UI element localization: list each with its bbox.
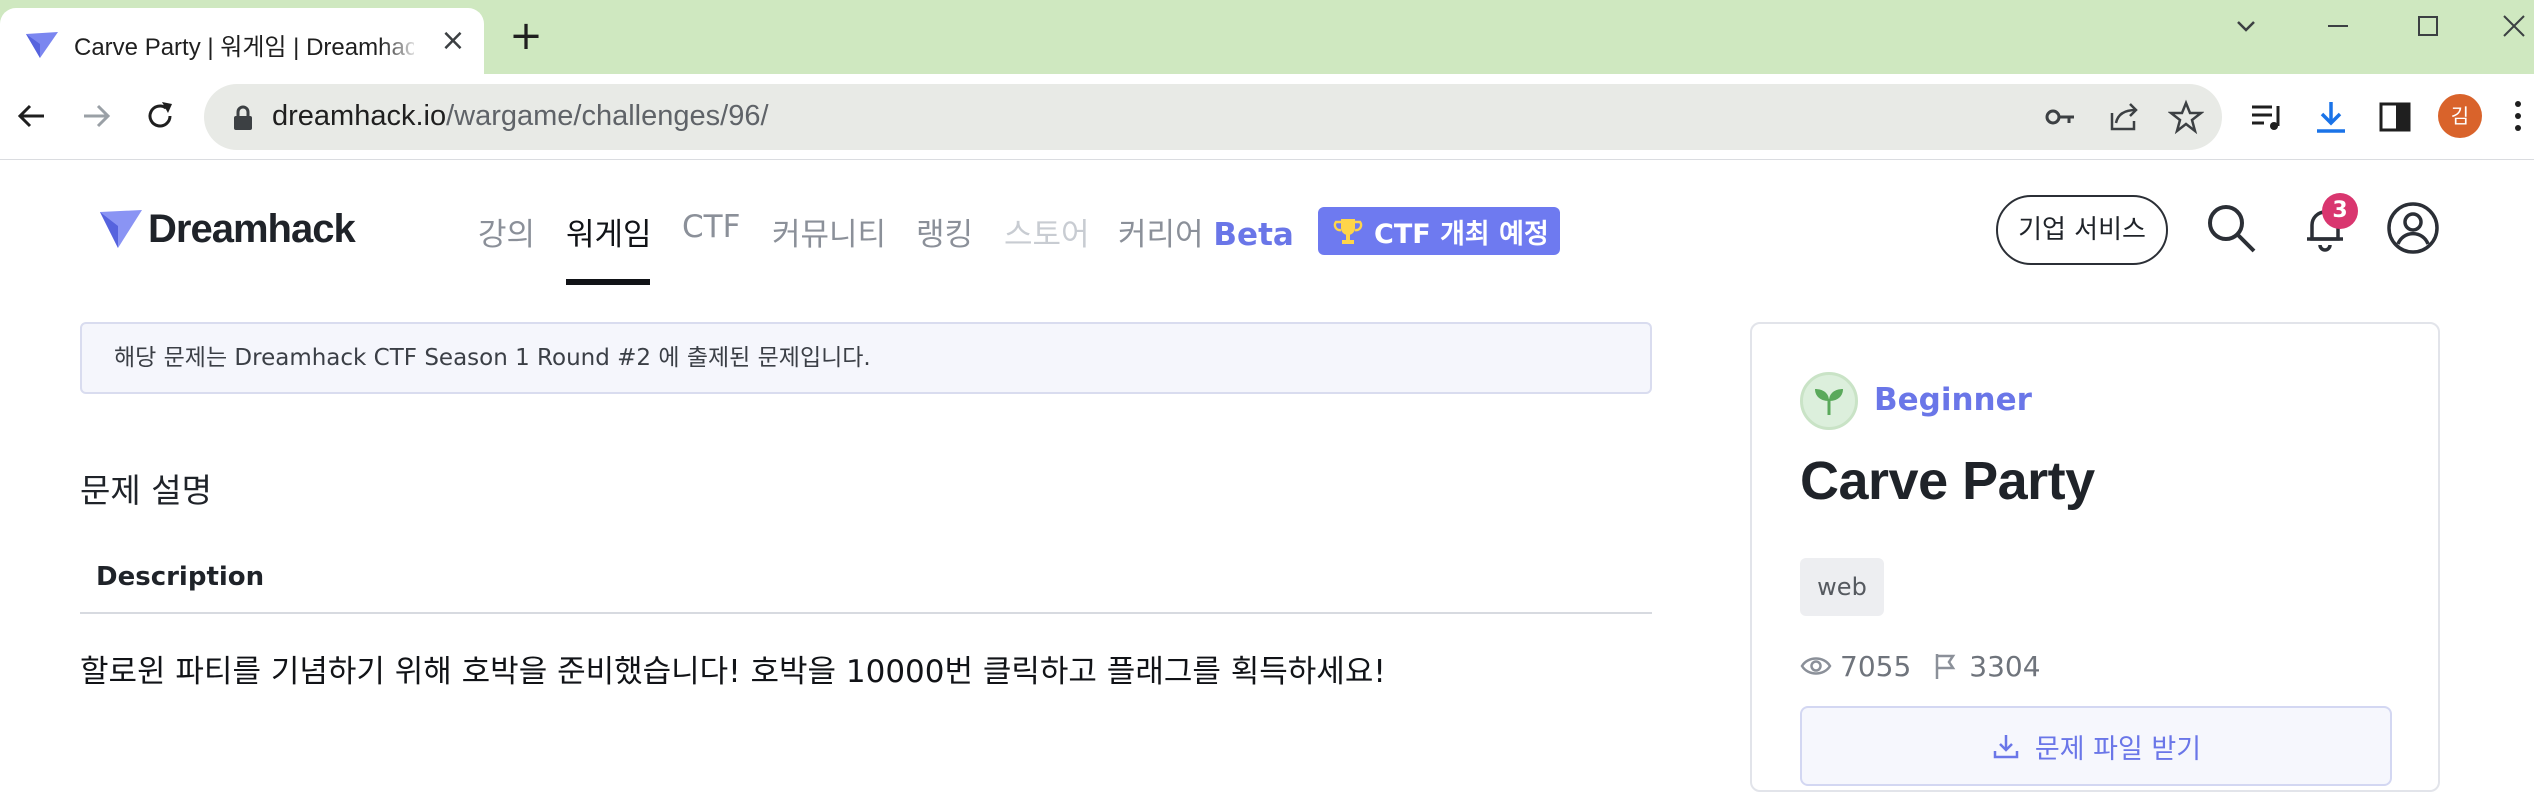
share-icon[interactable]: [2106, 99, 2142, 135]
dreamhack-logo-icon: [100, 210, 142, 248]
description-divider: [80, 612, 1652, 614]
nav-item-wargame[interactable]: 워게임: [566, 209, 652, 254]
beta-badge: Beta: [1213, 217, 1294, 253]
notification-count-badge: 3: [2322, 193, 2358, 229]
category-tag[interactable]: web: [1800, 558, 1884, 616]
key-icon[interactable]: [2042, 99, 2078, 135]
nav-item-store[interactable]: 스토어: [1004, 209, 1090, 254]
challenge-title: Carve Party: [1800, 451, 2095, 511]
media-queue-icon[interactable]: [2248, 98, 2286, 136]
logo-text: Dreamhack: [148, 206, 356, 251]
difficulty-level: Beginner: [1874, 382, 2032, 418]
description-body: 할로윈 파티를 기념하기 위해 호박을 준비했습니다! 호박을 10000번 클…: [80, 654, 1386, 690]
nav-item-lectures[interactable]: 강의: [478, 209, 535, 254]
reload-icon[interactable]: [138, 94, 182, 138]
browser-tab-strip: Carve Party | 워게임 | Dreamhack × +: [0, 0, 2534, 74]
side-panel-icon[interactable]: [2376, 98, 2414, 136]
close-window-icon[interactable]: [2494, 6, 2534, 46]
maximize-icon[interactable]: [2408, 6, 2448, 46]
browser-toolbar: dreamhack.io/wargame/challenges/96/ 김: [0, 74, 2534, 160]
browser-tab-active[interactable]: Carve Party | 워게임 | Dreamhack ×: [0, 8, 484, 74]
download-challenge-file-button[interactable]: 문제 파일 받기: [1800, 706, 2392, 786]
tab-title: Carve Party | 워게임 | Dreamhack: [74, 34, 414, 61]
profile-avatar[interactable]: 김: [2438, 94, 2482, 138]
download-button-label: 문제 파일 받기: [2034, 733, 2202, 765]
address-bar[interactable]: dreamhack.io/wargame/challenges/96/: [204, 84, 2222, 150]
nav-item-career[interactable]: 커리어 Beta: [1118, 209, 1294, 254]
new-tab-icon[interactable]: +: [508, 16, 544, 56]
url-text[interactable]: dreamhack.io/wargame/challenges/96/: [272, 100, 769, 133]
ctf-origin-notice: 해당 문제는 Dreamhack CTF Season 1 Round #2 에…: [80, 322, 1652, 394]
bookmark-star-icon[interactable]: [2168, 99, 2204, 135]
dreamhack-logo[interactable]: Dreamhack: [98, 205, 356, 253]
solve-count: 3304: [1969, 649, 2041, 683]
site-header: Dreamhack 강의 워게임 CTF 커뮤니티 랭킹 스토어 커리어 Bet…: [0, 161, 2534, 291]
nav-item-ctf[interactable]: CTF: [682, 209, 740, 245]
ctf-upcoming-label: CTF 개최 예정: [1374, 218, 1549, 250]
back-arrow-icon[interactable]: [10, 94, 54, 138]
lock-icon[interactable]: [232, 105, 254, 131]
more-menu-icon[interactable]: [2510, 96, 2526, 136]
ctf-upcoming-button[interactable]: CTF 개최 예정: [1318, 207, 1560, 255]
sprout-icon: [1815, 389, 1843, 415]
view-count: 7055: [1840, 649, 1912, 683]
tab-search-chevron-icon[interactable]: [2226, 6, 2266, 46]
url-host: dreamhack.io: [272, 100, 447, 132]
tab-close-icon[interactable]: ×: [438, 26, 468, 56]
user-account-icon[interactable]: [2386, 201, 2440, 255]
problem-description-title: 문제 설명: [80, 471, 212, 510]
beginner-sprout-icon: [1800, 372, 1858, 430]
dreamhack-favicon-icon: [26, 32, 58, 58]
trophy-icon: [1333, 219, 1363, 244]
description-heading: Description: [96, 562, 265, 592]
tab-title-fade: [380, 18, 420, 58]
search-icon[interactable]: [2204, 201, 2258, 255]
nav-item-community[interactable]: 커뮤니티: [772, 209, 886, 254]
forward-arrow-icon[interactable]: [74, 94, 118, 138]
nav-item-ranking[interactable]: 랭킹: [916, 209, 973, 254]
challenge-info-card: Beginner Carve Party web 7055 3304 문제 파일…: [1750, 322, 2440, 792]
nav-item-career-label: 커리어: [1118, 217, 1204, 253]
challenge-stats: 7055 3304: [1800, 646, 2041, 686]
nav-active-underline: [566, 279, 650, 285]
download-icon[interactable]: [2312, 98, 2350, 136]
download-icon: [1993, 735, 2019, 759]
flag-icon: [1936, 654, 1956, 679]
eye-icon: [1800, 657, 1832, 675]
enterprise-service-button[interactable]: 기업 서비스: [1996, 195, 2168, 265]
url-path: /wargame/challenges/96/: [446, 100, 769, 132]
minimize-icon[interactable]: [2318, 6, 2358, 46]
